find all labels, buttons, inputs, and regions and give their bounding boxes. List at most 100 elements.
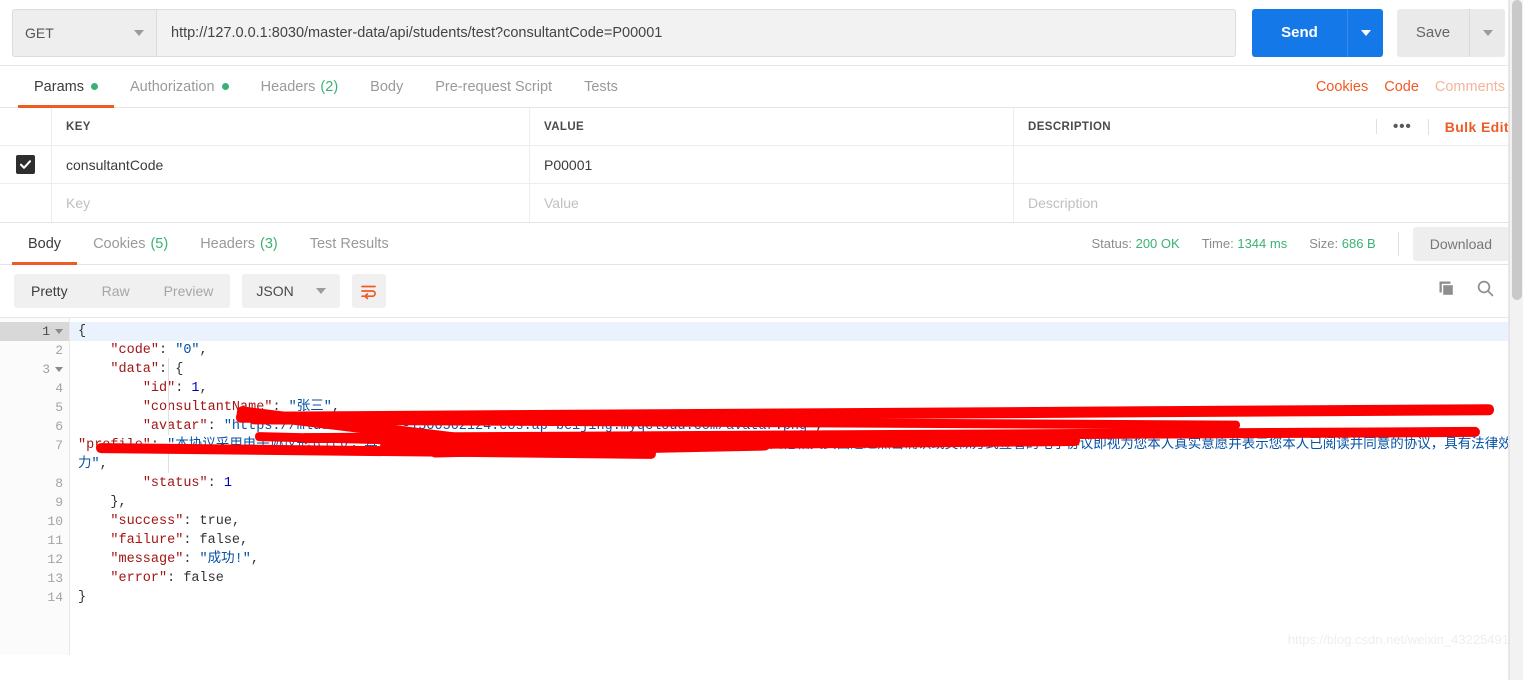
params-row-description[interactable]: Description: [1014, 184, 1523, 222]
http-method-selector[interactable]: GET: [12, 8, 156, 57]
download-button[interactable]: Download: [1412, 226, 1509, 261]
send-options-button[interactable]: [1347, 8, 1383, 57]
status-meta: Status: 200 OK: [1092, 236, 1180, 251]
params-row-key[interactable]: consultantCode: [52, 146, 530, 183]
code-line: "success": true,: [110, 514, 241, 529]
search-button[interactable]: [1476, 279, 1495, 303]
bulk-edit-button[interactable]: Bulk Edit: [1427, 118, 1509, 135]
line-number-label: 10: [47, 514, 63, 529]
fold-arrow-icon[interactable]: [55, 367, 63, 372]
params-row-key[interactable]: Key: [52, 184, 530, 222]
response-tab-headers[interactable]: Headers (3): [184, 223, 294, 264]
chevron-down-icon: [1360, 29, 1371, 36]
response-view-switcher: Pretty Raw Preview: [14, 274, 231, 308]
request-tab-pre-request-script[interactable]: Pre-request Script: [419, 66, 568, 107]
line-number-label: 4: [55, 381, 63, 396]
response-meta: Status: 200 OK Time: 1344 ms Size: 686 B…: [1092, 223, 1523, 264]
request-links: Cookies Code Comments: [1316, 66, 1523, 107]
response-tab-body[interactable]: Body: [12, 223, 78, 265]
request-tab-body[interactable]: Body: [354, 66, 419, 107]
request-tab-params[interactable]: Params: [18, 66, 114, 108]
chevron-down-icon: [315, 288, 326, 294]
response-tab-test-results[interactable]: Test Results: [294, 223, 405, 264]
tab-label: Headers: [200, 235, 255, 252]
search-icon: [1477, 280, 1494, 297]
response-view-pretty[interactable]: Pretty: [14, 274, 85, 308]
status-dot-icon: [90, 83, 98, 90]
code-line: "status": 1: [142, 476, 232, 491]
params-header-key: KEY: [52, 108, 530, 145]
tab-label: Test Results: [309, 235, 389, 252]
size-value: 686 B: [1341, 236, 1376, 251]
response-view-preview[interactable]: Preview: [147, 274, 231, 308]
size-meta: Size: 686 B: [1309, 236, 1376, 251]
copy-icon: [1439, 281, 1455, 297]
line-number: 6: [0, 417, 69, 436]
status-value: 200 OK: [1135, 236, 1180, 251]
params-row-checkbox-cell: [0, 184, 52, 222]
tab-label: Body: [370, 78, 404, 95]
time-meta: Time: 1344 ms: [1202, 236, 1288, 251]
line-number-gutter: 1234567.891011121314: [0, 318, 70, 655]
divider: [1397, 231, 1399, 256]
save-options-button[interactable]: [1469, 8, 1505, 57]
tab-count: (3): [260, 235, 278, 252]
response-body-actions: [1437, 279, 1509, 303]
params-row: Key Value Description: [0, 184, 1523, 222]
code-link[interactable]: Code: [1384, 79, 1419, 95]
request-tab-authorization[interactable]: Authorization: [114, 66, 245, 107]
cookies-link[interactable]: Cookies: [1316, 79, 1368, 95]
line-number-label: 7: [55, 438, 63, 453]
line-number-label: 1: [42, 324, 50, 339]
params-row-value[interactable]: P00001: [530, 146, 1014, 183]
status-dot-icon: [221, 83, 229, 90]
response-view-raw[interactable]: Raw: [85, 274, 147, 308]
fold-arrow-icon[interactable]: [55, 329, 63, 334]
scrollbar-thumb[interactable]: [1512, 0, 1522, 300]
check-icon: [19, 160, 32, 169]
params-header-description-label: DESCRIPTION: [1028, 120, 1111, 133]
code-line: "code": "0",: [110, 343, 208, 358]
save-button[interactable]: Save: [1397, 8, 1469, 57]
word-wrap-button[interactable]: [351, 274, 386, 308]
line-number: 8: [0, 474, 69, 493]
line-number: 3: [0, 360, 69, 379]
tab-label: Pre-request Script: [435, 78, 553, 95]
comments-link[interactable]: Comments: [1435, 79, 1505, 95]
code-line: "profile": "本协议采用电子协议形式订立，具有法律效力，您在本平台的相…: [78, 438, 1512, 472]
copy-button[interactable]: [1437, 279, 1456, 303]
tab-label: Authorization: [129, 78, 215, 95]
more-options-icon[interactable]: •••: [1375, 119, 1428, 134]
send-button[interactable]: Send: [1252, 8, 1347, 57]
request-tab-bar: Params Authorization Headers (2) Body Pre-req…: [0, 66, 1523, 108]
json-code-content[interactable]: { "code": "0", "data": { "id": 1, "consu…: [70, 318, 1523, 655]
time-value: 1344 ms: [1237, 236, 1288, 251]
right-rail: [1509, 0, 1523, 680]
response-format-selector[interactable]: JSON: [242, 274, 340, 308]
response-tab-cookies[interactable]: Cookies (5): [77, 223, 184, 264]
url-input[interactable]: [156, 8, 1236, 57]
line-number-label: 12: [47, 552, 63, 567]
response-body-toolbar: Pretty Raw Preview JSON: [0, 265, 1523, 317]
line-number: 5: [0, 398, 69, 417]
params-row-checkbox[interactable]: [16, 155, 35, 174]
request-tab-tests[interactable]: Tests: [568, 66, 634, 107]
line-number: 1: [0, 322, 69, 341]
params-row-value[interactable]: Value: [530, 184, 1014, 222]
chevron-down-icon: [1482, 29, 1493, 36]
params-row: consultantCode P00001: [0, 146, 1523, 184]
code-line: "id": 1,: [142, 381, 208, 396]
line-number-label: 6: [55, 419, 63, 434]
request-url-bar: GET Send Save: [0, 0, 1523, 66]
response-body-viewer[interactable]: 1234567.891011121314 { "code": "0", "dat…: [0, 317, 1523, 655]
code-line: "message": "成功!",: [110, 552, 259, 567]
line-number-label: 5: [55, 400, 63, 415]
params-header-value: VALUE: [530, 108, 1014, 145]
params-row-description[interactable]: [1014, 146, 1523, 183]
line-number-label: 3: [42, 362, 50, 377]
params-header-actions: ••• Bulk Edit: [1375, 118, 1509, 135]
line-number-label: 14: [47, 590, 63, 605]
request-tab-headers[interactable]: Headers (2): [245, 66, 355, 107]
code-line: "consultantName": "张三",: [142, 400, 340, 415]
line-number: 12: [0, 550, 69, 569]
